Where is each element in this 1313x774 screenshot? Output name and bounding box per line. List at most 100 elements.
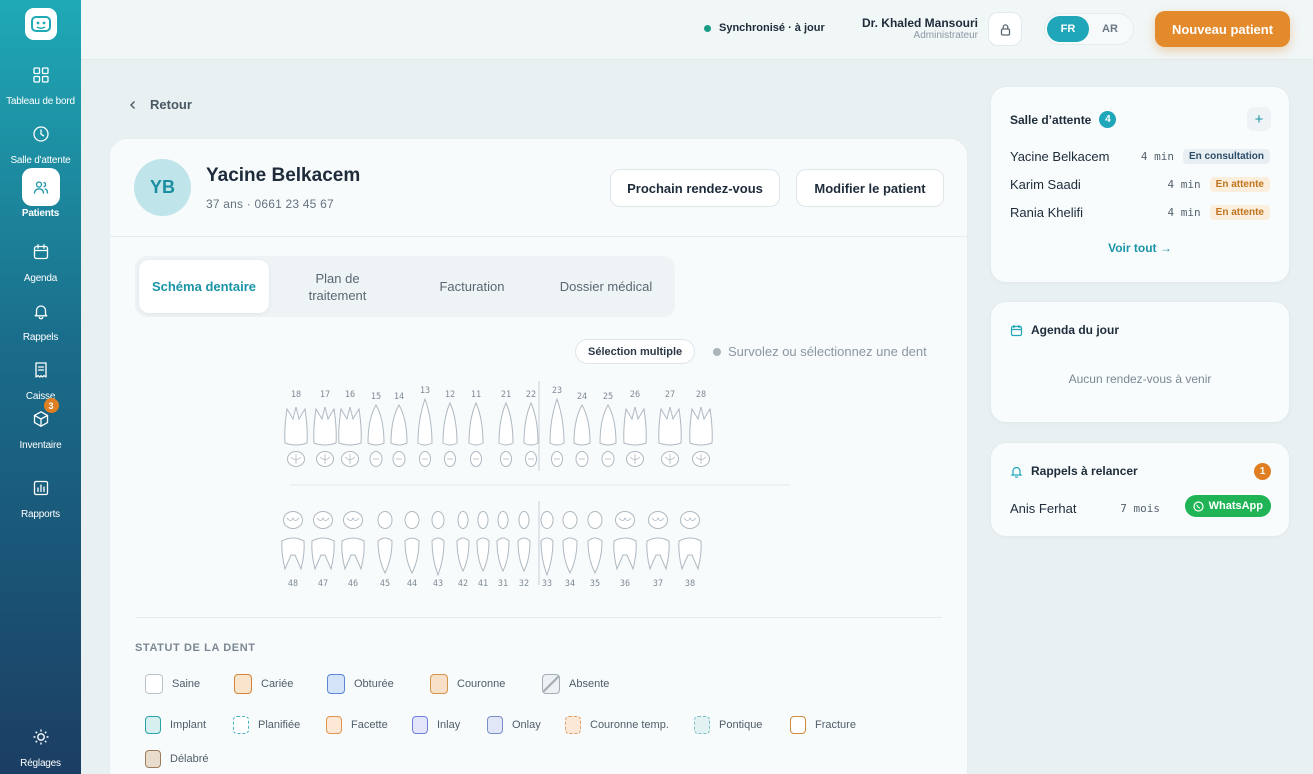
tooth-27[interactable]: 27 — [658, 390, 682, 467]
status-legend-item[interactable]: Pontique — [694, 716, 762, 734]
tooth-24[interactable]: 24 — [573, 392, 591, 467]
sidebar-item-label: Rappels — [22, 332, 59, 343]
whatsapp-icon — [1193, 500, 1204, 512]
tooth-15[interactable]: 15 — [367, 392, 385, 467]
tooth-34[interactable]: 34 — [562, 511, 578, 590]
tooth-31[interactable]: 31 — [496, 511, 510, 590]
waiting-row[interactable]: Karim Saadi 4 min En attente — [1010, 174, 1270, 194]
tooth-42[interactable]: 42 — [456, 511, 470, 590]
lang-ar-button[interactable]: AR — [1089, 16, 1131, 42]
language-switch[interactable]: FR AR — [1044, 13, 1134, 45]
tooth-37[interactable]: 37 — [646, 511, 670, 590]
tooth-26[interactable]: 26 — [623, 390, 647, 467]
back-label: Retour — [150, 97, 192, 112]
lock-button[interactable] — [988, 12, 1022, 46]
tooth-28[interactable]: 28 — [689, 390, 713, 467]
sidebar-item-rappels[interactable]: Rappels — [0, 292, 81, 343]
status-legend-item[interactable]: Onlay — [487, 716, 541, 734]
status-legend-item[interactable]: Cariée — [234, 674, 293, 694]
status-legend-item[interactable]: Inlay — [412, 716, 460, 734]
status-legend-item[interactable]: Obturée — [327, 674, 394, 694]
waiting-row[interactable]: Rania Khelifi 4 min En attente — [1010, 202, 1270, 222]
tooth-23[interactable]: 23 — [549, 386, 565, 467]
sidebar-item-caisse[interactable]: Caisse — [0, 351, 81, 402]
see-all-link[interactable]: Voir tout → — [991, 241, 1289, 255]
tooth-47[interactable]: 47 — [311, 511, 335, 590]
tooth-number: 46 — [348, 579, 358, 589]
app-logo[interactable] — [24, 8, 57, 40]
status-swatch — [430, 674, 448, 694]
tooth-11[interactable]: 11 — [468, 390, 484, 467]
tab-medical-record[interactable]: Dossier médical — [543, 260, 669, 313]
tooth-number: 48 — [288, 579, 298, 589]
user-info[interactable]: Dr. Khaled Mansouri Administrateur — [862, 16, 978, 41]
status-legend-item[interactable]: Implant — [145, 716, 206, 734]
clock-icon — [22, 115, 60, 153]
tooth-25[interactable]: 25 — [599, 392, 617, 467]
tooth-12[interactable]: 12 — [442, 390, 458, 467]
tooth-38[interactable]: 38 — [678, 511, 702, 590]
divider — [135, 617, 942, 618]
sidebar-item-agenda[interactable]: Agenda — [0, 233, 81, 284]
tooth-22[interactable]: 22 — [523, 390, 539, 467]
tooth-36[interactable]: 36 — [613, 511, 637, 590]
tooth-41[interactable]: 41 — [476, 511, 490, 590]
add-waiting-button[interactable]: + — [1247, 107, 1271, 131]
status-legend-item[interactable]: Fracture — [790, 716, 856, 734]
next-appointment-button[interactable]: Prochain rendez-vous — [610, 169, 780, 207]
tooth-43[interactable]: 43 — [431, 511, 445, 590]
top-bar: Synchronisé · à jour Dr. Khaled Mansouri… — [81, 0, 1313, 60]
tooth-number: 31 — [498, 579, 508, 589]
tab-dental-chart[interactable]: Schéma dentaire — [139, 260, 269, 313]
tooth-13[interactable]: 13 — [417, 386, 433, 467]
sidebar: Tableau de bord Salle d'attente Patients Ag… — [0, 0, 81, 774]
tooth-14[interactable]: 14 — [390, 392, 408, 467]
status-swatch — [145, 716, 161, 734]
tooth-16[interactable]: 16 — [338, 390, 362, 467]
status-legend-item[interactable]: Saine — [145, 674, 200, 694]
status-legend-item[interactable]: Planifiée — [233, 716, 300, 734]
back-link[interactable]: Retour — [128, 97, 192, 112]
tooth-17[interactable]: 17 — [313, 390, 337, 467]
status-legend-item[interactable]: Absente — [542, 674, 609, 694]
reminder-name: Anis Ferhat — [1010, 500, 1077, 516]
tooth-35[interactable]: 35 — [587, 511, 603, 590]
waiting-patient-name: Yacine Belkacem — [1010, 148, 1110, 164]
patient-avatar: YB — [134, 159, 191, 216]
sidebar-item-patients[interactable]: Patients — [0, 168, 81, 219]
sidebar-item-settings[interactable]: Réglages — [0, 718, 81, 769]
waiting-row[interactable]: Yacine Belkacem 4 min En consultation — [1010, 146, 1270, 166]
multi-select-button[interactable]: Sélection multiple — [575, 339, 696, 364]
sidebar-item-label: Salle d'attente — [10, 155, 71, 166]
status-label: Couronne temp. — [590, 719, 669, 731]
tooth-44[interactable]: 44 — [404, 511, 420, 590]
sidebar-item-tableau-de-bord[interactable]: Tableau de bord — [0, 56, 81, 107]
tab-treatment-plan[interactable]: Plan de traitement — [285, 260, 390, 313]
hint-dot-icon — [713, 347, 721, 356]
sidebar-item-inventaire[interactable]: 3 Inventaire — [0, 398, 81, 451]
status-legend-item[interactable]: Couronne temp. — [565, 716, 669, 734]
status-legend-item[interactable]: Couronne — [430, 674, 505, 694]
tooth-number: 38 — [685, 579, 695, 589]
tooth-45[interactable]: 45 — [377, 511, 393, 590]
tooth-32[interactable]: 32 — [517, 511, 531, 590]
tooth-46[interactable]: 46 — [341, 511, 365, 590]
tooth-48[interactable]: 48 — [281, 511, 305, 590]
edit-patient-button[interactable]: Modifier le patient — [796, 169, 944, 207]
tooth-number: 21 — [501, 390, 511, 400]
tab-billing[interactable]: Facturation — [417, 260, 527, 313]
whatsapp-button[interactable]: WhatsApp — [1184, 495, 1271, 517]
sidebar-item-rapports[interactable]: Rapports — [0, 469, 81, 520]
tooth-number: 34 — [565, 579, 575, 589]
status-legend-item[interactable]: Facette — [326, 716, 388, 734]
sidebar-item-salle-d-attente[interactable]: Salle d'attente — [0, 115, 81, 166]
status-label: Cariée — [261, 678, 294, 690]
tooth-33[interactable]: 33 — [540, 511, 554, 590]
lang-fr-button[interactable]: FR — [1047, 16, 1089, 42]
status-legend-item[interactable]: Délabré — [145, 750, 209, 768]
bell-icon — [1010, 466, 1023, 478]
tooth-number: 22 — [526, 390, 536, 400]
new-patient-button[interactable]: Nouveau patient — [1155, 11, 1290, 47]
tooth-21[interactable]: 21 — [498, 390, 514, 467]
tooth-18[interactable]: 18 — [284, 390, 308, 467]
